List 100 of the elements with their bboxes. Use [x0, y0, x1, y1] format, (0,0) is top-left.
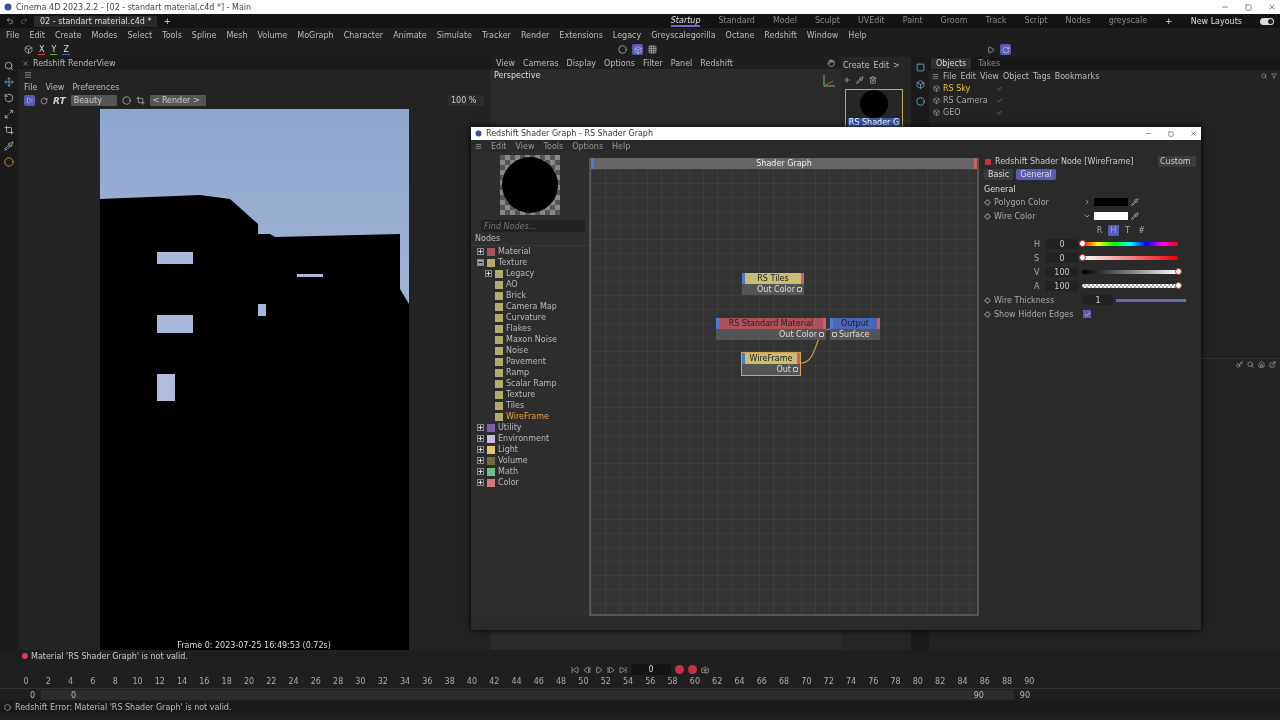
channel-value-field[interactable]: 100 [1046, 281, 1078, 291]
scale-icon[interactable] [4, 109, 14, 119]
render-settings-button[interactable] [1000, 44, 1011, 55]
square-icon[interactable] [915, 63, 925, 72]
menu-item[interactable]: Tools [162, 30, 182, 40]
pipette-icon[interactable] [856, 76, 864, 84]
layout-tab[interactable]: greyscale [1108, 15, 1148, 27]
menu-item[interactable]: View [515, 141, 535, 151]
node-tree-item[interactable]: Utility [471, 422, 589, 433]
menu-item[interactable]: File [943, 71, 957, 81]
expand-icon[interactable] [485, 270, 492, 277]
slider-thumb[interactable] [1175, 282, 1182, 289]
skip-back-icon[interactable] [571, 665, 579, 674]
menu-item[interactable]: Window [806, 30, 839, 40]
menu-icon[interactable] [24, 71, 32, 79]
layout-tab[interactable]: Script [1024, 15, 1048, 27]
menu-item[interactable]: Help [848, 30, 867, 40]
menu-item[interactable]: Help [612, 141, 631, 151]
checkbox[interactable] [1083, 310, 1091, 318]
find-nodes-field[interactable]: Find Nodes... [481, 220, 585, 232]
circle-icon[interactable] [4, 157, 14, 167]
close-icon[interactable] [22, 59, 29, 67]
hand-icon[interactable] [827, 59, 835, 67]
menu-item[interactable]: View [979, 71, 999, 81]
circle-icon[interactable] [121, 96, 131, 105]
channel-value-field[interactable]: 0 [1046, 239, 1078, 249]
expand-icon[interactable] [477, 424, 484, 431]
menu-item[interactable]: Options [572, 141, 604, 151]
maximize-icon[interactable] [1168, 130, 1174, 137]
document-tab[interactable]: 02 - standart material.c4d * [34, 15, 158, 27]
expand-icon[interactable] [477, 479, 484, 486]
slider-thumb[interactable] [1175, 268, 1182, 275]
expand-icon[interactable] [477, 468, 484, 475]
rt-button[interactable]: RT [53, 95, 66, 106]
menu-item[interactable]: File [6, 30, 20, 40]
scene-object-name[interactable]: GEO [943, 107, 993, 117]
channel-slider[interactable] [1082, 242, 1178, 246]
circle-icon[interactable] [618, 45, 627, 54]
layout-tab[interactable]: Standard [718, 15, 755, 27]
node-tree-item[interactable]: Pavement [471, 356, 589, 367]
node-tree-item[interactable]: Light [471, 444, 589, 455]
new-layouts-toggle[interactable] [1260, 17, 1274, 25]
menu-item[interactable]: Filter [642, 58, 663, 68]
menu-item[interactable]: Cameras [523, 58, 559, 68]
shader-node[interactable]: RS Standard Material Out Color [715, 317, 827, 341]
menu-icon[interactable] [475, 142, 482, 150]
start-frame[interactable]: 0 [30, 690, 36, 700]
color-swatch[interactable] [1094, 212, 1128, 220]
node-tree-item[interactable]: Flakes [471, 323, 589, 334]
color-mode-button[interactable]: # [1136, 224, 1147, 236]
layout-tab[interactable]: Track [985, 15, 1007, 27]
menu-item[interactable]: Spline [191, 30, 217, 40]
range-start[interactable]: 0 [71, 690, 77, 700]
aov-dropdown[interactable]: Beauty [70, 95, 117, 106]
move-icon[interactable] [4, 77, 14, 87]
node-tree-item[interactable]: Brick [471, 290, 589, 301]
render-dropdown[interactable]: < Render > [149, 95, 206, 106]
skip-forward-icon[interactable] [619, 665, 627, 674]
color-swatch[interactable] [1094, 198, 1128, 206]
menu-item[interactable]: Select [127, 30, 153, 40]
menu-item[interactable]: Redshift [764, 30, 797, 40]
play-icon[interactable] [987, 45, 995, 54]
add-layout-button[interactable]: + [1165, 16, 1173, 26]
shader-node[interactable]: RS Tiles Out Color [741, 272, 805, 296]
color-mode-button[interactable]: T [1122, 224, 1133, 236]
node-tree-item[interactable]: Curvature [471, 312, 589, 323]
layout-tab[interactable]: Paint [902, 15, 923, 27]
axis-lock-button[interactable]: X [38, 44, 46, 55]
menu-item[interactable]: Extensions [559, 30, 603, 40]
cube-icon[interactable] [915, 80, 925, 89]
menu-item[interactable]: Edit [873, 60, 890, 70]
layout-tab[interactable]: Model [772, 15, 797, 27]
menu-item[interactable]: Greyscalegorilla [651, 30, 716, 40]
external-link-icon[interactable] [1269, 361, 1276, 368]
menu-item[interactable]: Create [54, 30, 82, 40]
cube-icon[interactable] [24, 45, 33, 54]
menu-item[interactable]: Volume [257, 30, 288, 40]
rotate-icon[interactable] [4, 93, 14, 103]
thickness-slider[interactable] [1116, 298, 1186, 302]
menu-item[interactable]: Mesh [226, 30, 248, 40]
search-icon[interactable] [1261, 73, 1267, 79]
node-tree-item[interactable]: Texture [471, 257, 589, 268]
shader-node[interactable]: WireFrame Out [741, 352, 801, 376]
current-frame-field[interactable]: 0 [631, 664, 671, 675]
node-tree-item[interactable]: Tiles [471, 400, 589, 411]
menu-item[interactable]: Render [520, 30, 550, 40]
menu-item[interactable]: Edit [491, 141, 507, 151]
undo-icon[interactable] [6, 17, 14, 25]
menu-item[interactable]: Animate [393, 30, 427, 40]
layout-tab[interactable]: UVEdit [857, 15, 885, 27]
slider-thumb[interactable] [1079, 240, 1086, 247]
menu-item[interactable]: Object [1002, 71, 1029, 81]
step-forward-icon[interactable] [607, 665, 615, 674]
filter-icon[interactable] [1271, 73, 1277, 79]
axis-lock-button[interactable]: Z [62, 44, 70, 55]
menu-item[interactable]: Legacy [612, 30, 642, 40]
pipette-icon[interactable] [1131, 212, 1139, 220]
scene-object-name[interactable]: RS Camera [943, 95, 993, 105]
menu-item[interactable]: Create [843, 60, 870, 70]
menu-item[interactable]: View [496, 58, 515, 68]
